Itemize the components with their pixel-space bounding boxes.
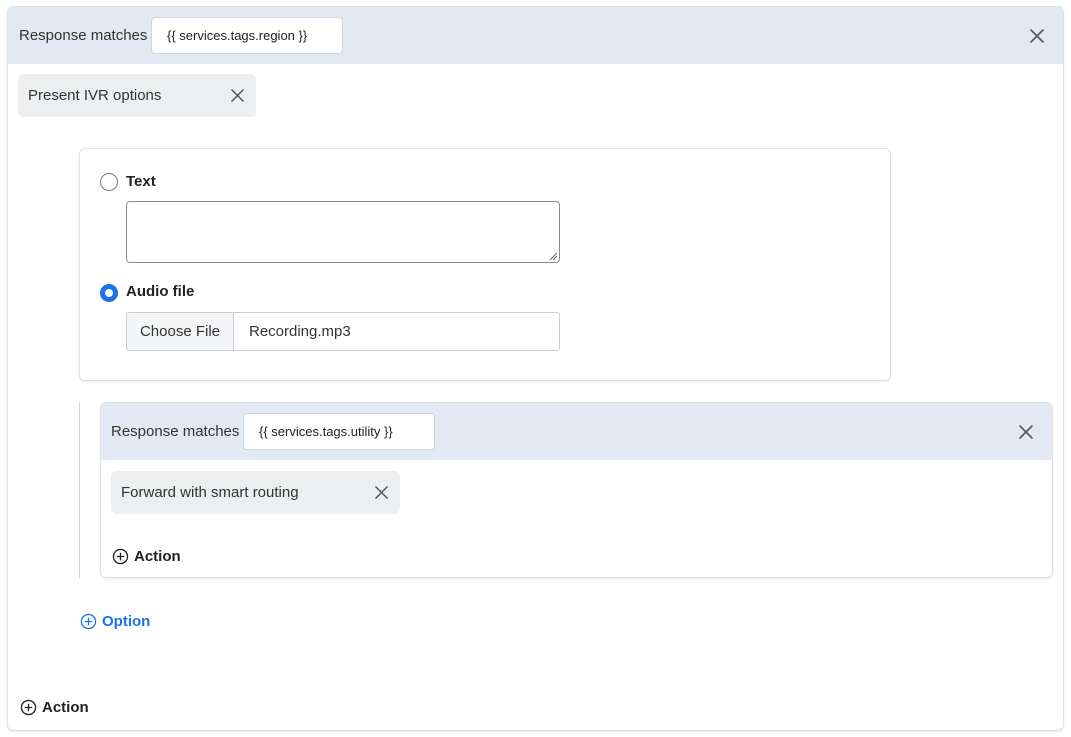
text-option-radio[interactable] [100, 173, 118, 191]
remove-match-button[interactable] [1016, 422, 1036, 442]
close-icon [1019, 425, 1033, 439]
nested-response-match-header: Response matches {{ services.tags.utilit… [101, 403, 1052, 460]
action-chip-label: Forward with smart routing [121, 484, 299, 501]
add-option-label: Option [102, 613, 151, 630]
choose-file-button[interactable]: Choose File [127, 313, 234, 350]
close-icon [374, 486, 388, 499]
match-value-input[interactable]: {{ services.tags.region }} [151, 17, 343, 54]
resize-grip-icon[interactable] [549, 252, 557, 260]
close-icon [230, 89, 244, 102]
plus-circle-icon [20, 699, 37, 716]
action-chip-label: Present IVR options [28, 87, 162, 104]
add-action-label: Action [42, 699, 89, 716]
add-action-button[interactable]: Action [20, 699, 89, 716]
remove-action-button[interactable] [229, 88, 245, 104]
ivr-options-card: Text Audio file Choose File Recording.mp… [79, 148, 891, 381]
response-match-card: Response matches {{ services.tags.region… [7, 6, 1064, 731]
match-value-input[interactable]: {{ services.tags.utility }} [243, 413, 435, 450]
response-matches-label: Response matches [19, 27, 148, 44]
branch-line [79, 402, 80, 578]
action-chip-present-ivr[interactable]: Present IVR options [18, 74, 256, 117]
close-icon [1030, 29, 1044, 43]
response-matches-label: Response matches [111, 423, 240, 440]
text-option-label: Text [126, 173, 156, 190]
add-option-button[interactable]: Option [80, 613, 150, 630]
remove-match-button[interactable] [1027, 26, 1047, 46]
add-action-label: Action [134, 548, 181, 565]
selected-file-name: Recording.mp3 [249, 323, 351, 340]
add-action-button[interactable]: Action [112, 548, 181, 565]
remove-action-button[interactable] [373, 485, 389, 501]
action-chip-forward-smart-routing[interactable]: Forward with smart routing [111, 471, 400, 514]
audio-file-input[interactable]: Choose File Recording.mp3 [126, 312, 560, 351]
response-match-header: Response matches {{ services.tags.region… [8, 7, 1063, 64]
plus-circle-icon [112, 548, 129, 565]
audio-file-option-label: Audio file [126, 283, 195, 300]
nested-response-match-card: Response matches {{ services.tags.utilit… [100, 402, 1053, 578]
text-input[interactable] [126, 201, 560, 263]
plus-circle-icon [80, 613, 97, 630]
audio-file-option-radio[interactable] [100, 284, 118, 302]
